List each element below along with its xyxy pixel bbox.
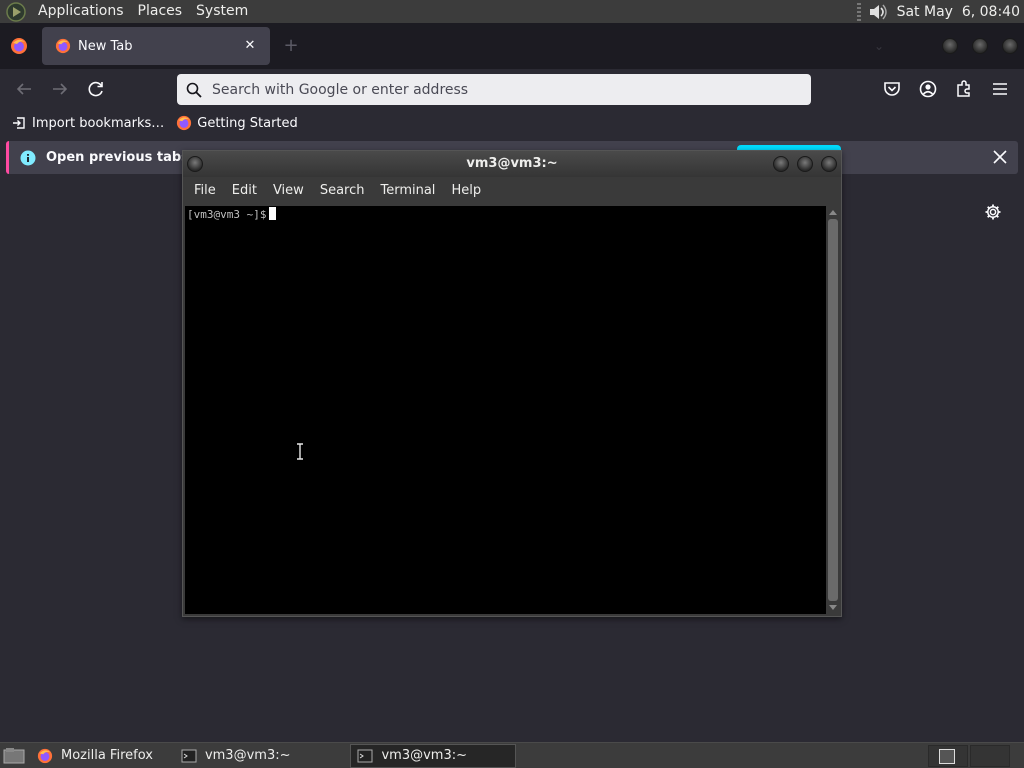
panel-grip[interactable] bbox=[856, 2, 861, 21]
menu-view[interactable]: View bbox=[265, 177, 312, 204]
bookmark-label: Import bookmarks… bbox=[32, 115, 165, 131]
account-icon[interactable] bbox=[916, 77, 940, 101]
close-icon[interactable] bbox=[990, 147, 1010, 167]
menu-edit[interactable]: Edit bbox=[224, 177, 265, 204]
bookmark-label: Getting Started bbox=[197, 115, 298, 131]
hamburger-menu-icon[interactable] bbox=[988, 77, 1012, 101]
forward-icon[interactable] bbox=[48, 77, 72, 101]
maximize-button[interactable] bbox=[797, 156, 813, 172]
system-menu[interactable]: System bbox=[189, 0, 255, 23]
close-window-button[interactable] bbox=[1002, 38, 1018, 54]
menu-help[interactable]: Help bbox=[443, 177, 489, 204]
address-input[interactable] bbox=[212, 81, 811, 98]
reload-icon[interactable] bbox=[84, 77, 108, 101]
task-label: vm3@vm3:~ bbox=[204, 748, 291, 763]
close-window-button[interactable] bbox=[821, 156, 837, 172]
pocket-icon[interactable] bbox=[880, 77, 904, 101]
firefox-nav-bar bbox=[0, 69, 1024, 109]
taskbar-item-terminal-1[interactable]: vm3@vm3:~ bbox=[175, 744, 297, 768]
task-label: vm3@vm3:~ bbox=[381, 748, 468, 763]
bottom-panel: Mozilla Firefox vm3@vm3:~ vm3@vm3:~ bbox=[0, 742, 1024, 768]
firefox-view-icon[interactable] bbox=[10, 37, 28, 55]
shell-prompt: [vm3@vm3 ~]$ bbox=[187, 208, 267, 221]
mouse-ibeam-cursor-icon bbox=[297, 443, 303, 460]
terminal-title: vm3@vm3:~ bbox=[466, 156, 558, 171]
show-desktop-icon[interactable] bbox=[3, 747, 25, 765]
import-icon bbox=[13, 117, 25, 129]
window-menu-button[interactable] bbox=[187, 156, 203, 172]
workspace-2[interactable] bbox=[970, 745, 1010, 767]
taskbar-item-terminal-2[interactable]: vm3@vm3:~ bbox=[350, 743, 517, 768]
menu-file[interactable]: File bbox=[186, 177, 224, 204]
bookmark-import[interactable]: Import bookmarks… bbox=[11, 111, 164, 135]
tab-title: New Tab bbox=[78, 38, 133, 54]
info-icon bbox=[20, 150, 36, 165]
menu-terminal[interactable]: Terminal bbox=[372, 177, 443, 204]
search-icon bbox=[186, 82, 202, 98]
terminal-menubar: File Edit View Search Terminal Help bbox=[183, 177, 841, 204]
tab-new-tab[interactable]: New Tab ✕ bbox=[42, 27, 270, 65]
clock[interactable]: Sat May 6, 08:40 bbox=[897, 4, 1020, 20]
bookmark-getting-started[interactable]: Getting Started bbox=[176, 111, 298, 135]
terminal-icon bbox=[357, 749, 373, 762]
workspace-1[interactable] bbox=[928, 745, 968, 767]
gear-icon[interactable] bbox=[984, 203, 1002, 221]
terminal-icon bbox=[181, 749, 197, 762]
distro-logo-icon[interactable] bbox=[6, 1, 26, 22]
top-panel: Applications Places System Sat May 6, 08… bbox=[0, 0, 1024, 23]
minimize-button[interactable] bbox=[942, 38, 958, 54]
scroll-down-icon[interactable] bbox=[829, 605, 837, 610]
scroll-up-icon[interactable] bbox=[829, 210, 837, 215]
back-icon[interactable] bbox=[12, 77, 36, 101]
scrollbar-thumb[interactable] bbox=[828, 219, 838, 601]
minimize-button[interactable] bbox=[773, 156, 789, 172]
address-bar[interactable] bbox=[177, 74, 811, 105]
maximize-button[interactable] bbox=[972, 38, 988, 54]
bookmarks-toolbar: Import bookmarks… Getting Started bbox=[0, 109, 1024, 137]
terminal-window[interactable]: vm3@vm3:~ File Edit View Search Terminal… bbox=[182, 150, 842, 617]
terminal-scrollbar[interactable] bbox=[826, 206, 840, 614]
terminal-titlebar[interactable]: vm3@vm3:~ bbox=[183, 151, 841, 177]
menu-search[interactable]: Search bbox=[312, 177, 373, 204]
volume-icon[interactable] bbox=[867, 2, 889, 22]
applications-menu[interactable]: Applications bbox=[31, 0, 131, 23]
task-label: Mozilla Firefox bbox=[61, 748, 153, 763]
places-menu[interactable]: Places bbox=[131, 0, 190, 23]
firefox-tab-bar: New Tab ✕ + ⌄ bbox=[0, 23, 1024, 69]
firefox-favicon-icon bbox=[55, 38, 71, 54]
firefox-icon bbox=[37, 748, 53, 763]
taskbar-item-firefox[interactable]: Mozilla Firefox bbox=[31, 744, 159, 768]
firefox-favicon-icon bbox=[177, 115, 192, 131]
workspace-window-thumb bbox=[939, 749, 955, 764]
close-tab-icon[interactable]: ✕ bbox=[238, 34, 262, 58]
text-cursor bbox=[269, 207, 277, 220]
list-all-tabs-icon[interactable]: ⌄ bbox=[868, 35, 890, 57]
terminal-output[interactable]: [vm3@vm3 ~]$ bbox=[185, 206, 826, 614]
extensions-icon[interactable] bbox=[952, 77, 976, 101]
new-tab-icon[interactable]: + bbox=[280, 35, 302, 57]
